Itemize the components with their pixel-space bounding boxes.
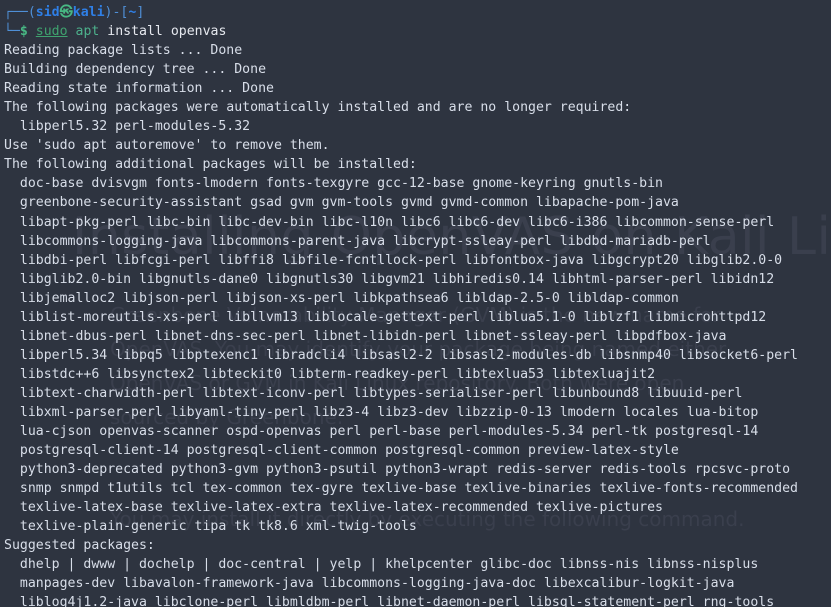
output-line: libnet-dbus-perl libnet-dns-sec-perl lib… [4,328,727,344]
output-line: libxml-parser-perl libyaml-tiny-perl lib… [4,404,759,420]
command-output: Reading package lists ... Done Building d… [4,41,827,607]
command-sudo: sudo [35,24,68,40]
prompt-line-1: ┌──(sid㉿kali)-[~] [4,3,827,22]
output-line: libstdc++6 libsynctex2 libteckit0 libter… [4,366,656,382]
output-line: libglib2.0-bin libgnutls-dane0 libgnutls… [4,271,775,287]
prompt-close-paren: )-[ [104,5,129,20]
output-line: python3-deprecated python3-gvm python3-p… [4,462,791,478]
prompt-corner: ┌──( [4,5,36,20]
output-line: The following additional packages will b… [4,157,417,173]
output-line: lua-cjson openvas-scanner ospd-openvas p… [4,424,759,440]
command-apt: apt [75,24,100,40]
prompt-host: kali [72,5,105,20]
output-line: manpages-dev libavalon-framework-java li… [4,576,735,592]
output-line: Reading package lists ... Done [4,43,243,59]
output-line: postgresql-client-14 postgresql-client-c… [4,443,679,459]
prompt-sigil: $ [19,24,28,40]
output-line: libjemalloc2 libjson-perl libjson-xs-per… [4,290,679,306]
output-line: liblog4j1.2-java libclone-perl libmldbm-… [4,595,775,607]
output-line: liblist-moreutils-xs-perl libllvm13 libl… [4,309,767,325]
output-line: libperl5.34 libpq5 libptexenc1 libradcli… [4,347,798,363]
output-line: texlive-latex-base texlive-latex-extra t… [4,500,663,516]
output-line: dhelp | dwww | dochelp | doc-central | y… [4,557,759,573]
prompt-line-2[interactable]: └─$ sudo apt install openvas [4,22,827,41]
output-line: Suggested packages: [4,538,155,554]
output-line: Reading state information ... Done [4,81,274,97]
output-line: doc-base dvisvgm fonts-lmodern fonts-tex… [4,176,663,192]
output-line: libdbi-perl libfcgi-perl libffi8 libfile… [4,252,783,268]
terminal-window[interactable]: Installing OpenVAS on Kali Linux Greenbo… [0,0,831,607]
output-line: snmp snmpd t1utils tcl tex-common tex-gy… [4,481,798,497]
output-line: libperl5.32 perl-modules-5.32 [4,119,251,135]
command-args: install openvas [107,24,227,40]
output-line: libtext-charwidth-perl libtext-iconv-per… [4,385,743,401]
output-line: libapt-pkg-perl libc-bin libc-dev-bin li… [4,214,775,230]
prompt-user: sid [35,5,60,20]
prompt-bracket-close: ] [136,5,145,20]
output-line: texlive-plain-generic tipa tk tk8.6 xml-… [4,519,417,535]
output-line: The following packages were automaticall… [4,100,632,116]
terminal-screen[interactable]: ┌──(sid㉿kali)-[~] └─$ sudo apt install o… [0,1,831,607]
output-line: greenbone-security-assistant gsad gvm gv… [4,195,679,211]
prompt-separator-icon: ㉿ [59,5,73,20]
output-line: Building dependency tree ... Done [4,62,267,78]
prompt-corner-2: └─ [4,24,20,40]
output-line: Use 'sudo apt autoremove' to remove them… [4,138,330,154]
output-line: libcommons-logging-java libcommons-paren… [4,233,711,249]
